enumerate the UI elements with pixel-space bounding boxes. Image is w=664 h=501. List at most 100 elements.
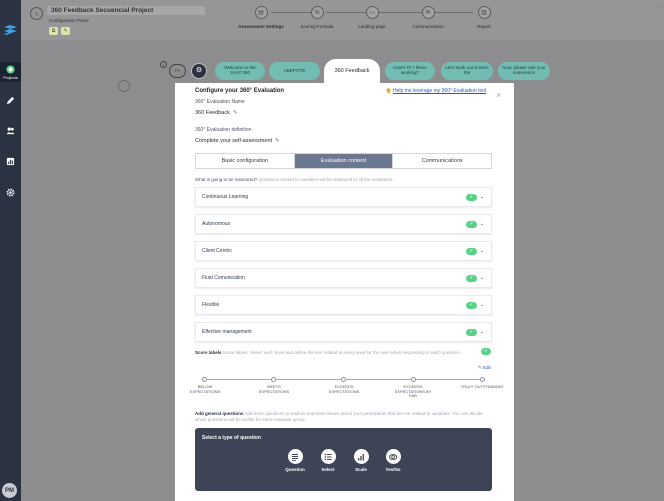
left-rail: Projects PM <box>0 0 21 501</box>
question-type-select[interactable]: Select <box>316 449 340 472</box>
check-icon[interactable]: ✓ <box>465 301 477 309</box>
gear-icon[interactable]: ⚙ <box>191 63 207 79</box>
step-communication[interactable]: ✉ Communication <box>398 6 458 29</box>
score-labels-section: Score labels Score labels. Select each l… <box>195 350 492 356</box>
rail-item-edit[interactable] <box>0 96 21 105</box>
chevron-down-icon[interactable]: ⌄ <box>480 302 484 308</box>
copy-icon[interactable]: ⧉ <box>49 27 58 35</box>
tab-how-working[interactable]: How's TF t these working? <box>385 62 435 80</box>
score-scale: BELOW EXPECTATIONS MEETS EXPECTATIONS EX… <box>190 377 503 407</box>
competency-row[interactable]: Continuous Learning ✓ ⌄ <box>195 187 492 207</box>
paragraph-icon <box>292 453 298 461</box>
rail-item-reports[interactable] <box>0 157 21 166</box>
scale-level-label: EXCEEDS EXPECTATIONS <box>328 384 360 394</box>
check-icon[interactable]: ✓ <box>465 220 477 228</box>
check-icon[interactable]: ✓ <box>465 328 477 336</box>
question-type-label: Select <box>321 467 335 472</box>
pencil-icon[interactable]: ✎ <box>233 110 238 116</box>
segment-basic-configuration[interactable]: Basic configuration <box>196 154 294 168</box>
chevron-down-icon[interactable]: ⌄ <box>480 275 484 281</box>
tab-welcome[interactable]: Welcome to the SAAT 360 <box>215 62 265 80</box>
chevron-down-icon[interactable]: ⌄ <box>480 221 484 227</box>
rail-label-projects: Projects <box>3 75 18 80</box>
step-label: Communication <box>412 24 444 29</box>
rail-item-people[interactable] <box>0 126 21 135</box>
question-type-yes-no[interactable]: Yes/No <box>381 449 405 472</box>
step-landing-page[interactable]: ▭ Landing page <box>342 6 402 29</box>
competency-label: Autonomous <box>202 221 231 227</box>
scale-point[interactable] <box>202 377 207 382</box>
step-scoring-formula[interactable]: % Scoring Formula <box>287 6 347 29</box>
question-type-question[interactable]: Question <box>283 449 307 472</box>
competency-row[interactable]: Client Centric ✓ ⌄ <box>195 241 492 261</box>
edit-label: Edit <box>483 365 491 370</box>
list-icon <box>324 453 332 460</box>
definition-label: 360° Evaluation definition <box>195 127 252 133</box>
target-icon <box>6 65 15 74</box>
modal-title: Configure your 360° Evaluation <box>195 88 285 94</box>
question-type-label: Question <box>285 467 305 472</box>
definition-field[interactable]: Complete your self-assessment ✎ <box>195 138 280 144</box>
question-panel-title: Select a type of question <box>202 435 261 441</box>
question-type-panel: Select a type of question Question Selec… <box>195 428 492 491</box>
project-title: 360 Feedback Secuencial Project <box>51 7 154 14</box>
back-button[interactable]: ‹ <box>30 7 43 20</box>
edit-link[interactable]: ✎ Edit <box>478 365 491 371</box>
scale-point[interactable] <box>480 377 485 382</box>
info-icon[interactable]: i <box>160 61 167 68</box>
check-icon[interactable]: ✓ <box>481 348 491 355</box>
tf-chip[interactable]: T.F. <box>169 64 186 78</box>
measure-heading: What is going to be measured? Questions … <box>195 177 394 182</box>
competency-row[interactable]: Fluid Comunication ✓ ⌄ <box>195 268 492 288</box>
score-label-hint: Score labels. Select each level and defi… <box>222 350 461 355</box>
user-avatar[interactable]: PM <box>2 483 17 498</box>
check-icon[interactable]: ✓ <box>465 274 477 282</box>
step-report[interactable]: ▥ Report <box>454 6 514 29</box>
chevron-down-icon[interactable]: ⌄ <box>480 194 484 200</box>
question-type-label: Yes/No <box>385 467 401 472</box>
question-type-circle <box>353 449 369 464</box>
chevron-down-icon[interactable]: ⌄ <box>480 248 484 254</box>
competency-label: Client Centric <box>202 248 233 254</box>
scale-point[interactable] <box>411 377 416 382</box>
tab-abept[interactable]: ABEPT/TE <box>269 62 320 80</box>
check-icon[interactable]: ✓ <box>465 193 477 201</box>
name-label: 360° Evaluation Name <box>195 99 245 105</box>
close-icon[interactable]: × <box>496 90 501 100</box>
competency-label: Flexible <box>202 302 220 308</box>
competency-label: Continuous Learning <box>202 194 249 200</box>
segment-evaluation-content[interactable]: Evaluation content <box>293 154 393 168</box>
score-label-title: Score labels <box>195 350 222 355</box>
help-link[interactable]: Help me leverage my 360° Evaluation tool <box>386 88 486 94</box>
check-icon[interactable]: ✓ <box>465 247 477 255</box>
document-icon: ▤ <box>254 6 268 19</box>
competency-row[interactable]: Flexible ✓ ⌄ <box>195 295 492 315</box>
lightbulb-icon <box>386 88 391 94</box>
pencil-icon[interactable]: ✎ <box>275 138 280 144</box>
scale-level-label: MEETS EXPECTATIONS <box>258 384 290 394</box>
bar-chart-icon <box>358 453 364 460</box>
tab-rate-experience[interactable]: Now, please rate your experience <box>498 62 550 80</box>
chevron-down-icon[interactable]: ⌄ <box>480 329 484 335</box>
edit-icon[interactable]: ✎ <box>61 27 70 35</box>
segment-communications[interactable]: Communications <box>392 154 491 168</box>
name-field[interactable]: 360 Feedback ✎ <box>195 110 237 116</box>
help-link-text[interactable]: Help me leverage my 360° Evaluation tool <box>393 88 486 94</box>
competency-row[interactable]: Effective management ✓ ⌄ <box>195 322 492 342</box>
project-actions: ⧉ ✎ ⋮ <box>49 27 78 35</box>
question-type-circle <box>287 449 303 464</box>
scale-level-label: BELOW EXPECTATIONS <box>189 384 221 394</box>
tab-360-feedback[interactable]: 360 Feedback <box>324 59 380 83</box>
more-icon[interactable]: ⋮ <box>73 27 78 35</box>
scale-point[interactable] <box>341 377 346 382</box>
help-circle-icon[interactable]: ◌ <box>657 4 661 11</box>
tab-work-out[interactable]: Let's work out & learn the <box>441 62 493 80</box>
competency-row[interactable]: Autonomous ✓ ⌄ <box>195 214 492 234</box>
scale-point[interactable] <box>271 377 276 382</box>
app-logo[interactable] <box>3 24 18 36</box>
question-type-scale[interactable]: Scale <box>349 449 373 472</box>
step-assessment-settings[interactable]: ▤ Assessment Settings <box>231 6 291 29</box>
rail-item-settings[interactable] <box>0 188 21 197</box>
rail-item-projects[interactable]: Projects <box>0 62 21 82</box>
competency-label: Fluid Comunication <box>202 275 245 281</box>
